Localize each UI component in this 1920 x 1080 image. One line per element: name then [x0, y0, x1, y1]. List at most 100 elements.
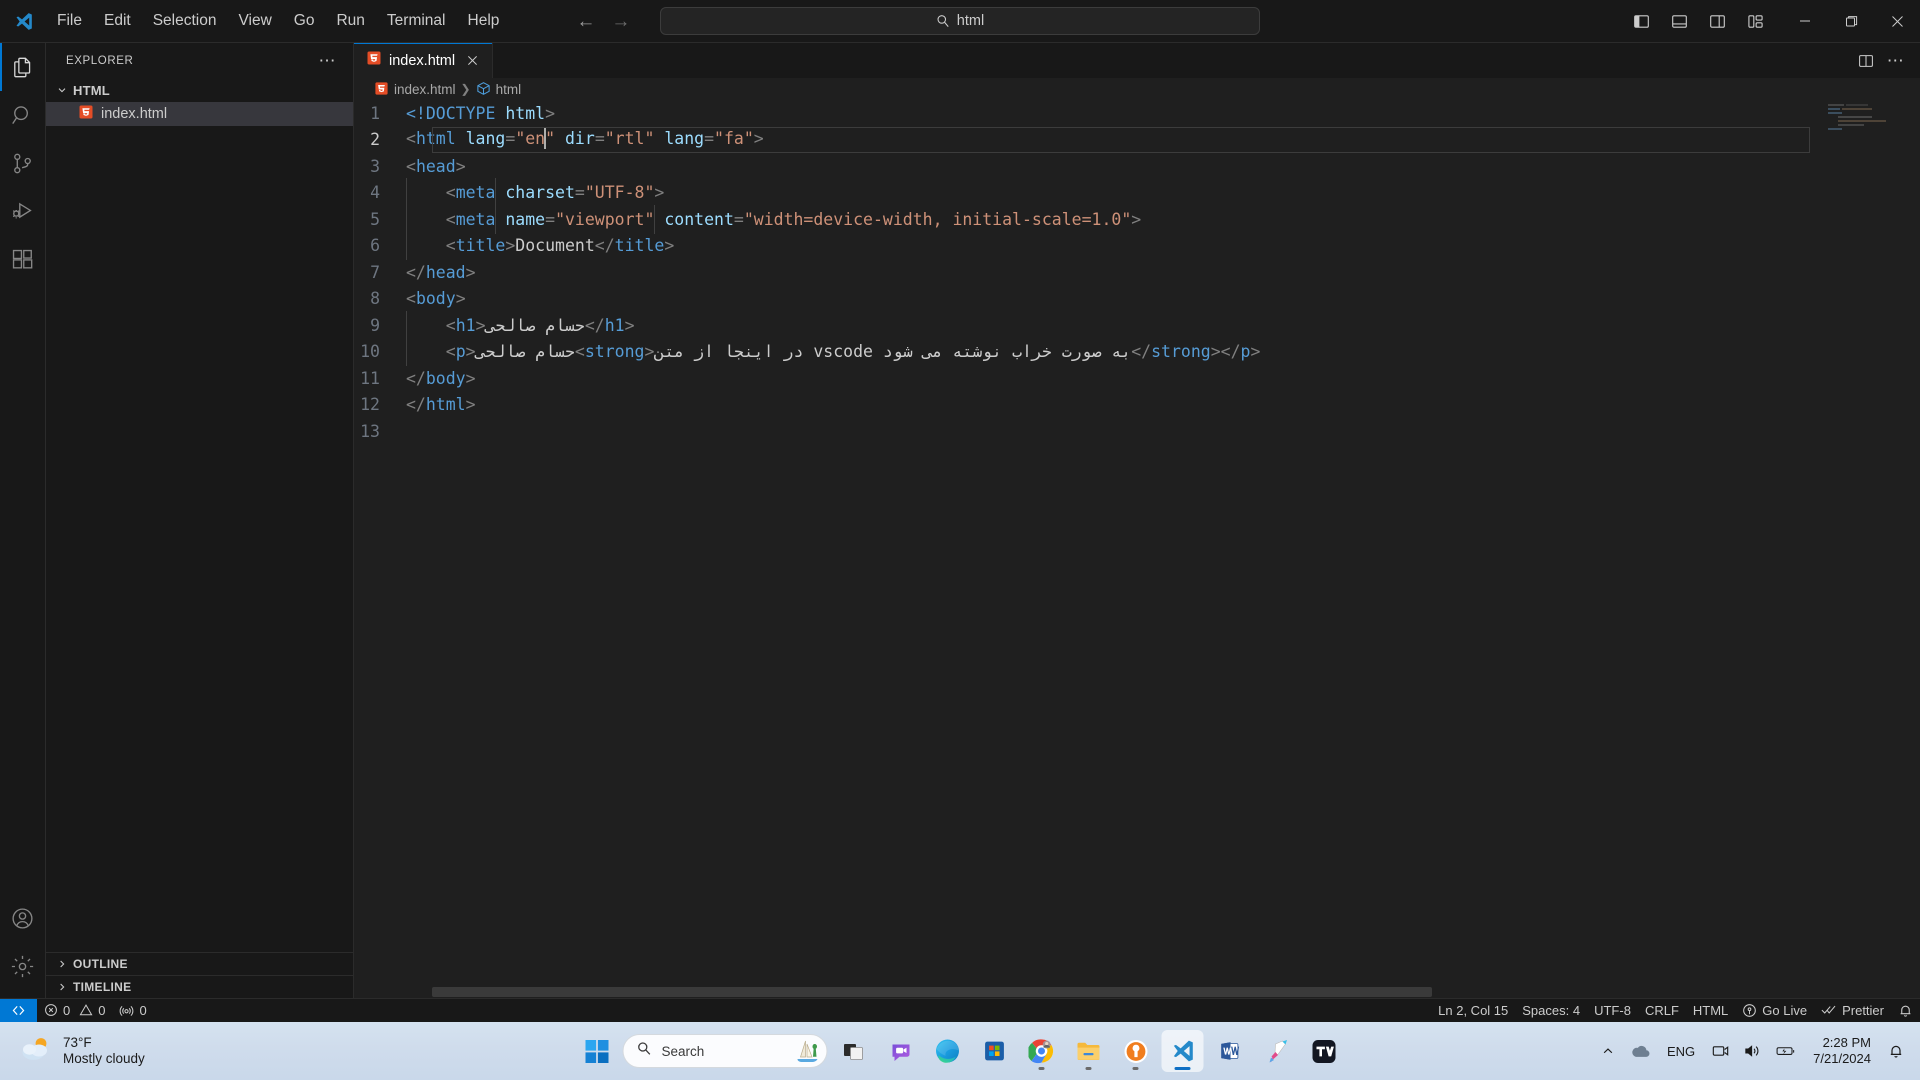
status-go-live[interactable]: Go Live — [1735, 999, 1814, 1023]
sidebar-item-source-control[interactable] — [0, 139, 46, 187]
sidebar-item-run-and-debug[interactable] — [0, 187, 46, 235]
weather-widget[interactable]: 73°F Mostly cloudy — [10, 1031, 155, 1072]
status-prettier[interactable]: Prettier — [1814, 999, 1891, 1023]
status-encoding[interactable]: UTF-8 — [1587, 999, 1638, 1023]
taskbar-app-task-view[interactable] — [833, 1030, 875, 1072]
code-line[interactable]: 11 </body> — [354, 365, 1920, 392]
battery-icon[interactable] — [1770, 1038, 1802, 1064]
taskbar-app-openvpn[interactable] — [1115, 1030, 1157, 1072]
breadcrumb-file[interactable]: index.html — [374, 81, 456, 97]
taskbar-app-chat[interactable] — [880, 1030, 922, 1072]
tab-index-html[interactable]: index.html — [354, 43, 494, 78]
accounts-icon[interactable] — [0, 894, 46, 942]
taskbar-app-telegram-premium[interactable] — [1256, 1030, 1298, 1072]
token: < — [574, 342, 585, 362]
horizontal-scrollbar[interactable] — [354, 986, 1906, 998]
taskbar-app-google-chrome[interactable] — [1021, 1030, 1063, 1072]
status-language-mode[interactable]: HTML — [1686, 999, 1735, 1023]
menu-go[interactable]: Go — [283, 7, 326, 35]
code-line[interactable]: 5 <meta name="viewport" content="width=d… — [354, 206, 1920, 233]
code-line[interactable]: 7 </head> — [354, 259, 1920, 286]
tray-language[interactable]: ENG — [1659, 1038, 1703, 1065]
menu-help[interactable]: Help — [457, 7, 511, 35]
close-button[interactable] — [1874, 0, 1920, 43]
code-line[interactable]: 6 <title>Document</title> — [354, 233, 1920, 260]
code-line[interactable]: 9 <h1>حسام صالحی</h1> — [354, 312, 1920, 339]
token: p — [455, 342, 466, 362]
windows-taskbar: 73°F Mostly cloudy Search ENG 2:28 PM 7/… — [0, 1022, 1920, 1080]
vscode-window: File Edit Selection View Go Run Terminal… — [0, 0, 1920, 1080]
taskbar-app-microsoft-store[interactable] — [974, 1030, 1016, 1072]
status-eol[interactable]: CRLF — [1638, 999, 1686, 1023]
scrollbar-thumb[interactable] — [432, 987, 1432, 997]
line-content: <p>حسام صالحی<strong>در اینجا از متن vsc… — [406, 342, 1261, 362]
line-content: <meta charset="UTF-8"> — [406, 183, 665, 202]
sidebar-item-search[interactable] — [0, 91, 46, 139]
taskbar-app-file-explorer[interactable] — [1068, 1030, 1110, 1072]
clock[interactable]: 2:28 PM 7/21/2024 — [1805, 1032, 1879, 1071]
status-ports[interactable]: 0 — [112, 999, 153, 1023]
close-icon[interactable] — [462, 51, 482, 71]
remote-indicator[interactable] — [0, 998, 37, 1023]
search-input[interactable]: html — [660, 7, 1260, 35]
notification-bell-icon[interactable] — [1882, 1037, 1910, 1065]
line-content: </html> — [406, 395, 476, 414]
editor-tabs: index.html ⋯ — [354, 43, 1920, 78]
taskbar-app-visual-studio-code[interactable] — [1161, 1030, 1204, 1072]
taskbar-search-input[interactable]: Search — [622, 1034, 828, 1068]
status-editor-position[interactable]: Ln 2, Col 15 — [1431, 999, 1515, 1023]
sidebar-header: EXPLORER ⋯ — [46, 43, 353, 78]
layout-customize-icon[interactable] — [1738, 5, 1772, 37]
network-icon[interactable] — [1706, 1037, 1735, 1065]
editor-actions: ⋯ — [1852, 43, 1920, 78]
ellipsis-icon[interactable]: ⋯ — [311, 52, 346, 69]
sidebar-item-explorer[interactable] — [0, 43, 46, 91]
token: < — [406, 156, 416, 176]
taskbar-app-microsoft-edge[interactable] — [927, 1030, 969, 1072]
chevron-up-icon[interactable] — [1595, 1038, 1621, 1064]
file-index-html[interactable]: index.html — [46, 102, 353, 126]
status-notifications[interactable] — [1891, 999, 1920, 1023]
code-line[interactable]: 3 <head> — [354, 153, 1920, 180]
taskbar-app-microsoft-word[interactable] — [1209, 1030, 1251, 1072]
code-line[interactable]: 1 <!DOCTYPE html> — [354, 100, 1920, 127]
code-line[interactable]: 12 </html> — [354, 392, 1920, 419]
code-line[interactable]: 2 <html lang="en" dir="rtl" lang="fa"> — [354, 127, 1920, 154]
code-line[interactable]: 4 <meta charset="UTF-8"> — [354, 180, 1920, 207]
arrow-right-icon[interactable]: → — [611, 12, 630, 31]
token — [495, 210, 505, 229]
code-line[interactable]: 8 <body> — [354, 286, 1920, 313]
split-editor-icon[interactable] — [1852, 47, 1880, 75]
menu-selection[interactable]: Selection — [142, 7, 228, 35]
pane-outline[interactable]: OUTLINE — [46, 952, 353, 975]
menu-view[interactable]: View — [227, 7, 282, 35]
code-editor[interactable]: 1 <!DOCTYPE html> 2 <html lang="en" dir="rt… — [354, 100, 1920, 998]
maximize-button[interactable] — [1828, 0, 1874, 43]
taskbar-app-tradingview[interactable] — [1303, 1030, 1345, 1072]
folder-html[interactable]: HTML — [46, 78, 353, 102]
menu-file[interactable]: File — [46, 7, 93, 35]
layout-panel-icon[interactable] — [1662, 5, 1696, 37]
layout-sidebar-right-icon[interactable] — [1700, 5, 1734, 37]
volume-icon[interactable] — [1738, 1037, 1767, 1065]
menu-terminal[interactable]: Terminal — [376, 7, 457, 35]
menu-run[interactable]: Run — [325, 7, 375, 35]
breadcrumb-symbol[interactable]: html — [476, 81, 521, 97]
windows-start-icon[interactable] — [576, 1030, 618, 1072]
status-indentation[interactable]: Spaces: 4 — [1515, 999, 1587, 1023]
layout-sidebar-left-icon[interactable] — [1624, 5, 1658, 37]
gear-icon[interactable] — [0, 942, 46, 990]
sidebar-item-extensions[interactable] — [0, 235, 46, 283]
chevron-right-icon — [54, 956, 70, 972]
onedrive-cloud-icon[interactable] — [1624, 1037, 1656, 1065]
tab-label: index.html — [389, 52, 456, 69]
token: lang — [664, 129, 705, 149]
code-line[interactable]: 13 — [354, 418, 1920, 445]
menu-edit[interactable]: Edit — [93, 7, 142, 35]
minimize-button[interactable] — [1782, 0, 1828, 43]
code-line[interactable]: 10 <p>حسام صالحی<strong>در اینجا از متن … — [354, 339, 1920, 366]
status-problems[interactable]: 0 0 — [37, 999, 112, 1023]
pane-timeline[interactable]: TIMELINE — [46, 975, 353, 998]
arrow-left-icon[interactable]: ← — [576, 12, 595, 31]
ellipsis-icon[interactable]: ⋯ — [1882, 47, 1910, 75]
